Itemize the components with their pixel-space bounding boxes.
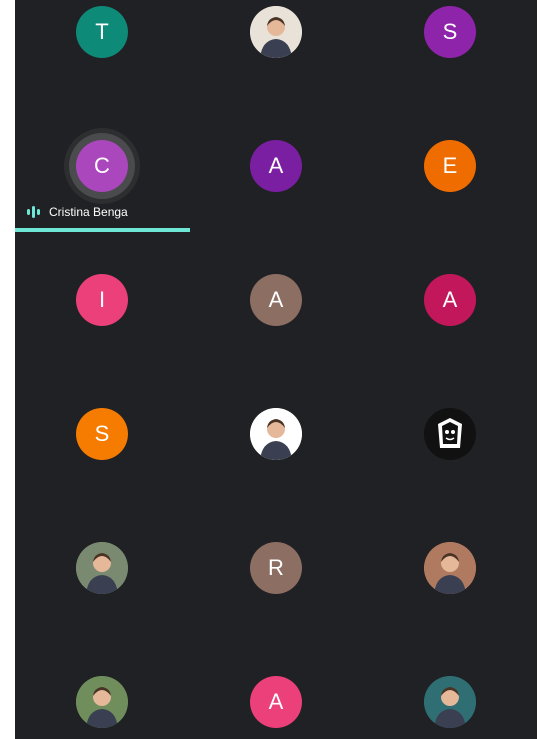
participant-tile[interactable] [189,368,363,502]
profile-photo-2 [250,408,302,460]
profile-photo-4 [424,542,476,594]
avatar-initial: S [76,408,128,460]
participant-tile[interactable]: A [189,234,363,368]
profile-photo-5 [76,676,128,728]
participant-name: Cristina Benga [49,205,128,219]
participant-tile[interactable]: E [363,100,537,234]
participant-tile[interactable]: T [15,0,189,100]
avatar-initial: C [76,140,128,192]
avatar-initial: A [250,140,302,192]
profile-photo-6 [424,676,476,728]
participant-tile[interactable]: A [363,234,537,368]
avatar-initial: R [250,542,302,594]
participant-tile[interactable]: S [15,368,189,502]
participant-tile[interactable] [189,0,363,100]
participant-tile[interactable]: C Cristina Benga [15,100,189,234]
avatar-initial: E [424,140,476,192]
speaker-label: Cristina Benga [27,204,128,220]
participant-tile[interactable]: R [189,502,363,636]
participant-tile[interactable]: A [189,100,363,234]
profile-photo-1 [250,6,302,58]
avatar-initial: A [424,274,476,326]
avatar-initial: T [76,6,128,58]
pharaoh-logo [424,408,476,460]
meeting-grid: T S C Cristina Benga A E I A A S R A [15,0,537,739]
participant-tile[interactable] [363,636,537,739]
profile-photo-3 [76,542,128,594]
participant-tile[interactable] [15,636,189,739]
avatar-initial: A [250,274,302,326]
participant-tile[interactable] [363,368,537,502]
participant-tile[interactable] [15,502,189,636]
participant-tile[interactable]: A [189,636,363,739]
participant-tile[interactable]: I [15,234,189,368]
participant-tile[interactable] [363,502,537,636]
right-gutter [537,0,546,739]
avatar-initial: A [250,676,302,728]
avatar-initial: S [424,6,476,58]
participant-tile[interactable]: S [363,0,537,100]
avatar-initial: I [76,274,128,326]
audio-level-icon [27,206,40,218]
active-speaker-underline [15,228,190,232]
